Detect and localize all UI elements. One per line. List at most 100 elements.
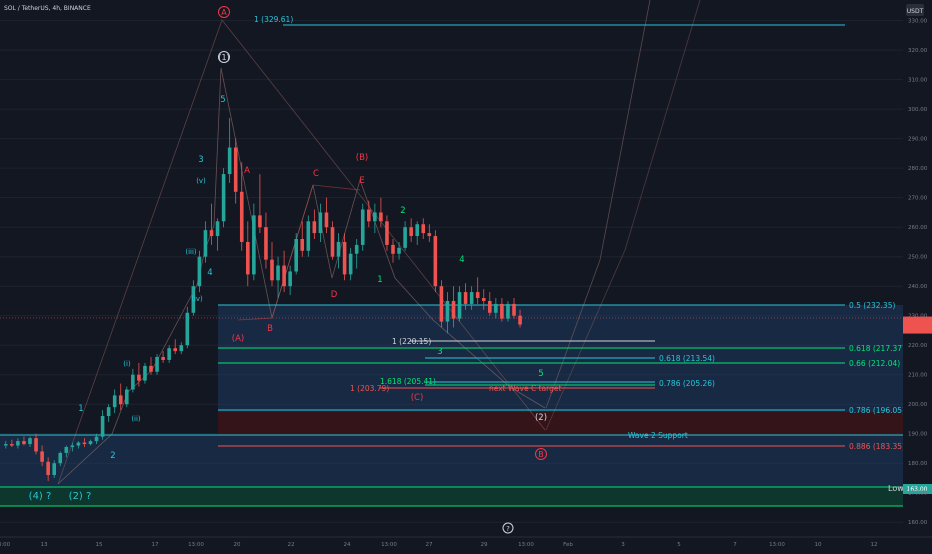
candle-59[interactable] <box>360 203 365 251</box>
candle-body-30 <box>185 312 190 346</box>
candle-body-48 <box>294 238 298 272</box>
symbol-title: SOL / TetherUS, 4h, BINANCE <box>4 5 91 12</box>
label-203: 1 (203.79) <box>350 384 389 393</box>
time-tick-3: 17 <box>152 542 159 548</box>
candle-body-18 <box>112 395 117 408</box>
candle-body-50 <box>306 221 311 251</box>
candle-36[interactable] <box>221 168 226 228</box>
price-tick-180: 180.00 <box>908 461 928 467</box>
candle-body-76 <box>463 292 468 304</box>
price-tick-170: 170.00 <box>908 491 928 497</box>
wave-5: 5 <box>220 95 225 105</box>
candle-body-74 <box>451 300 456 319</box>
time-tick-13: 3 <box>621 542 625 548</box>
time-axis[interactable]: 3:00 13 15 17 13:00 20 22 24 13:00 27 29 13:00 Feb 3 5… <box>0 536 932 550</box>
candle-body-54 <box>330 227 335 257</box>
price-tick-230: 230.00 <box>908 314 928 320</box>
candle-body-61 <box>373 212 377 222</box>
candle-body-58 <box>354 244 359 254</box>
candle-body-27 <box>167 348 171 360</box>
label-wave2-support: Wave 2 Support <box>628 431 688 440</box>
candle-body-29 <box>179 345 184 352</box>
price-tick-310: 310.00 <box>908 78 928 84</box>
candle-body-0 <box>4 444 8 446</box>
price-tick-250: 250.00 <box>908 255 928 261</box>
wave-B-paren-red: (B) <box>356 153 368 163</box>
price-tick-290: 290.00 <box>908 137 928 143</box>
wave-iv-small: (iv) <box>191 295 203 303</box>
wave-iii-small: (iii) <box>185 248 197 256</box>
wave-1-green: 1 <box>377 275 382 285</box>
candle-body-17 <box>106 407 111 417</box>
candle-body-14 <box>88 441 93 445</box>
candle-body-38 <box>233 147 238 192</box>
candle-body-59 <box>360 209 365 245</box>
candle-body-6 <box>40 451 44 462</box>
time-tick-2: 15 <box>96 542 103 548</box>
price-tick-330: 330.00 <box>908 19 928 25</box>
candle-body-75 <box>457 292 462 319</box>
wave-v-small: (v) <box>196 177 206 185</box>
candle-body-1 <box>10 444 14 446</box>
candle-body-85 <box>518 315 522 325</box>
wave-2-green: 2 <box>400 206 405 216</box>
candle-71[interactable] <box>433 230 438 293</box>
candle-body-78 <box>475 292 480 299</box>
candle-83[interactable] <box>506 300 510 322</box>
candle-body-23 <box>143 365 147 381</box>
wave-4: 4 <box>207 268 212 278</box>
candle-body-25 <box>155 357 159 372</box>
label-0786-green: 0.786 (205.26) <box>659 379 715 388</box>
candle-body-69 <box>421 224 426 234</box>
candle-body-83 <box>506 303 510 319</box>
candle-body-9 <box>58 452 63 464</box>
currency-label: USDT <box>907 8 924 15</box>
sol-usdt-4h-chart[interactable]: 1 (329.61) 0.5 (232.35) 1 (220.15) 0.618… <box>0 0 932 550</box>
wave-3: 3 <box>198 155 203 165</box>
time-tick-4: 13:00 <box>188 542 204 548</box>
zone-blue-lower <box>0 435 903 487</box>
chart-root[interactable]: 1 (329.61) 0.5 (232.35) 1 (220.15) 0.618… <box>0 0 932 550</box>
time-tick-12: Feb <box>563 542 573 548</box>
candle-32[interactable] <box>197 250 202 293</box>
time-tick-14: 5 <box>677 542 681 548</box>
candle-body-63 <box>385 221 389 245</box>
candle-body-15 <box>94 436 99 442</box>
price-tick-210: 210.00 <box>908 373 928 379</box>
candle-body-7 <box>46 461 50 476</box>
price-tick-260: 260.00 <box>908 225 928 231</box>
price-axis[interactable]: USDT 163.00 160.00170.00180.00190.00200.… <box>903 0 932 537</box>
candle-48[interactable] <box>294 233 298 275</box>
candle-body-16 <box>100 416 105 437</box>
price-tick-160: 160.00 <box>908 520 928 526</box>
candle-body-55 <box>336 241 341 257</box>
wave-4-paren-q: (4) ? <box>29 491 52 502</box>
price-tick-270: 270.00 <box>908 196 928 202</box>
candle-body-46 <box>282 265 286 287</box>
price-tick-320: 320.00 <box>908 48 928 54</box>
candle-50[interactable] <box>306 215 311 257</box>
time-tick-8: 13:00 <box>381 542 397 548</box>
candle-30[interactable] <box>185 306 190 349</box>
wave-B-circle: B <box>538 450 544 459</box>
label-0786-cyan: 0.786 (196.05) <box>849 406 905 415</box>
time-tick-16: 13:00 <box>769 542 785 548</box>
candle-20[interactable] <box>125 386 129 408</box>
label-0618-green: 0.618 (217.37) <box>849 344 905 353</box>
candle-body-32 <box>197 256 202 287</box>
candle-23[interactable] <box>143 362 147 384</box>
candle-25[interactable] <box>155 354 159 375</box>
candle-body-33 <box>203 230 208 257</box>
candle-72[interactable] <box>439 280 444 328</box>
wave-5-green: 5 <box>538 369 543 379</box>
wave-2-paren-q: (2) ? <box>69 491 92 502</box>
candle-body-43 <box>264 227 268 260</box>
time-tick-11: 13:00 <box>518 542 534 548</box>
candle-body-10 <box>64 447 69 453</box>
candle-body-41 <box>252 215 256 275</box>
candle-body-36 <box>221 174 226 222</box>
label-05: 0.5 (232.35) <box>849 301 895 310</box>
wave-i-small: (i) <box>123 360 131 368</box>
candle-body-84 <box>512 303 516 316</box>
price-tick-190: 190.00 <box>908 432 928 438</box>
